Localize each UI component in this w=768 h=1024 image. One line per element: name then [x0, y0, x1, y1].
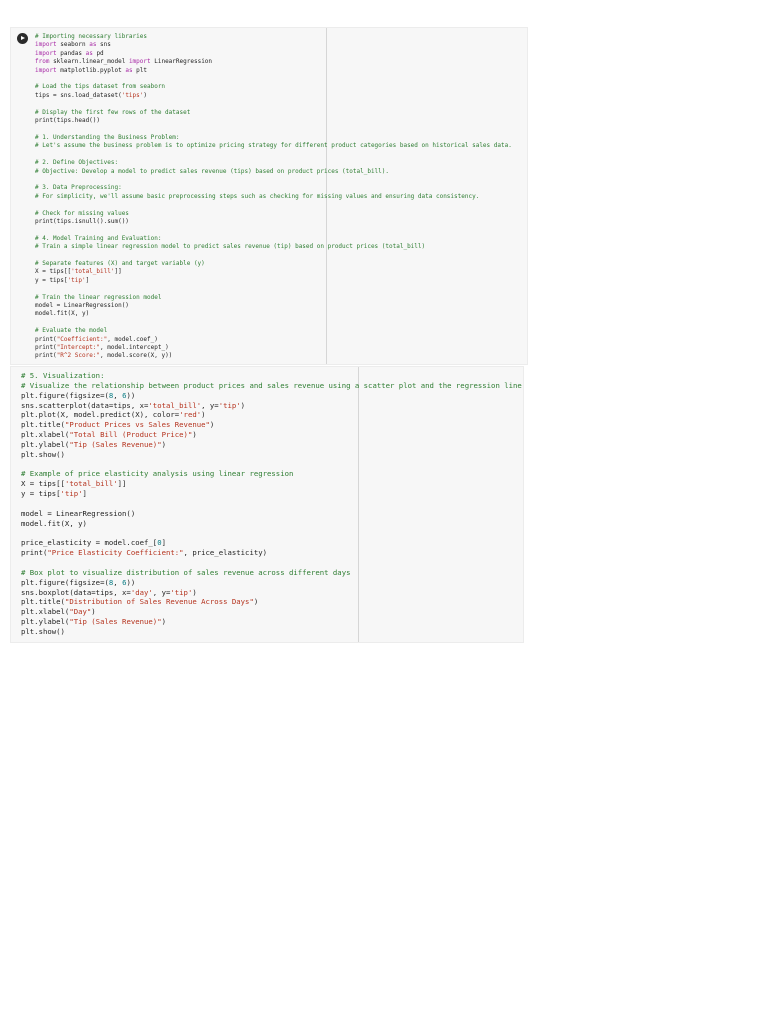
code-line: plt.show(): [21, 626, 65, 636]
code-line: plt.title("Distribution of Sales Revenue…: [21, 597, 259, 607]
code-line: # Example of price elasticity analysis u…: [21, 469, 294, 479]
code-line: # Train the linear regression model: [35, 293, 162, 301]
code-line: # Separate features (X) and target varia…: [35, 259, 205, 267]
code-line: # 5. Visualization:: [21, 371, 105, 380]
code-line: tips = sns.load_dataset('tips'): [35, 91, 148, 99]
code-line: plt.title("Product Prices vs Sales Reven…: [21, 420, 215, 430]
code-line: # For simplicity, we'll assume basic pre…: [35, 192, 480, 200]
code-line: # 4. Model Training and Evaluation:: [35, 234, 162, 242]
code-line: plt.ylabel("Tip (Sales Revenue)"): [21, 439, 166, 449]
code-line: # Display the first few rows of the data…: [35, 108, 191, 116]
code-line: price_elasticity = model.coef_[0]: [21, 538, 166, 548]
code-line: from sklearn.linear_model import LinearR…: [35, 58, 213, 66]
code-line: # Importing necessary libraries: [35, 33, 147, 40]
code-line: # 1. Understanding the Business Problem:: [35, 133, 180, 141]
code-line: plt.plot(X, model.predict(X), color='red…: [21, 410, 206, 420]
code-line: y = tips['tip']: [21, 489, 87, 499]
code-line: print(tips.head()): [35, 117, 101, 125]
code-line: X = tips[['total_bill']]: [35, 268, 122, 276]
code-line: X = tips[['total_bill']]: [21, 479, 127, 489]
code-line: # Objective: Develop a model to predict …: [35, 167, 390, 175]
code-line: # Load the tips dataset from seaborn: [35, 83, 166, 91]
code-editor-1[interactable]: # Importing necessary libraries import se…: [35, 33, 512, 361]
code-line: plt.xlabel("Total Bill (Product Price)"): [21, 430, 197, 440]
code-line: model.fit(X, y): [21, 518, 87, 528]
code-line: # Evaluate the model: [35, 327, 108, 335]
code-cell-1[interactable]: # Importing necessary libraries import se…: [10, 27, 528, 365]
code-line: model.fit(X, y): [35, 310, 90, 318]
code-line: # Let's assume the business problem is t…: [35, 142, 512, 150]
code-line: model = LinearRegression(): [35, 302, 129, 309]
code-line: import seaborn as sns: [35, 41, 111, 49]
code-line: plt.figure(figsize=(8, 6)): [21, 390, 136, 400]
code-line: print("Price Elasticity Coefficient:", p…: [21, 548, 268, 558]
code-line: print("R^2 Score:", model.score(X, y)): [35, 352, 173, 360]
code-line: # 3. Data Preprocessing:: [35, 184, 122, 192]
code-line: y = tips['tip']: [35, 276, 90, 284]
code-line: import matplotlib.pyplot as plt: [35, 66, 148, 74]
code-line: plt.show(): [21, 449, 65, 459]
code-cell-2[interactable]: # 5. Visualization: # Visualize the relat…: [10, 366, 524, 643]
play-icon[interactable]: [17, 33, 28, 44]
code-line: sns.scatterplot(data=tips, x='total_bill…: [21, 400, 246, 410]
code-line: # Train a simple linear regression model…: [35, 243, 426, 251]
code-line: print("Coefficient:", model.coef_): [35, 335, 158, 343]
code-line: # 2. Define Objectives:: [35, 159, 119, 167]
code-line: print(tips.isnull().sum()): [35, 217, 129, 225]
code-line: # Visualize the relationship between pro…: [21, 380, 522, 390]
code-line: plt.figure(figsize=(8, 6)): [21, 577, 136, 587]
code-line: import pandas as pd: [35, 49, 104, 57]
code-line: # Box plot to visualize distribution of …: [21, 567, 351, 577]
code-line: # Check for missing values: [35, 209, 129, 217]
code-line: plt.xlabel("Day"): [21, 607, 96, 617]
code-line: print("Intercept:", model.intercept_): [35, 344, 169, 352]
code-line: sns.boxplot(data=tips, x='day', y='tip'): [21, 587, 197, 597]
code-editor-2[interactable]: # 5. Visualization: # Visualize the relat…: [21, 371, 522, 637]
code-line: plt.ylabel("Tip (Sales Revenue)"): [21, 617, 166, 627]
code-line: model = LinearRegression(): [21, 508, 136, 518]
